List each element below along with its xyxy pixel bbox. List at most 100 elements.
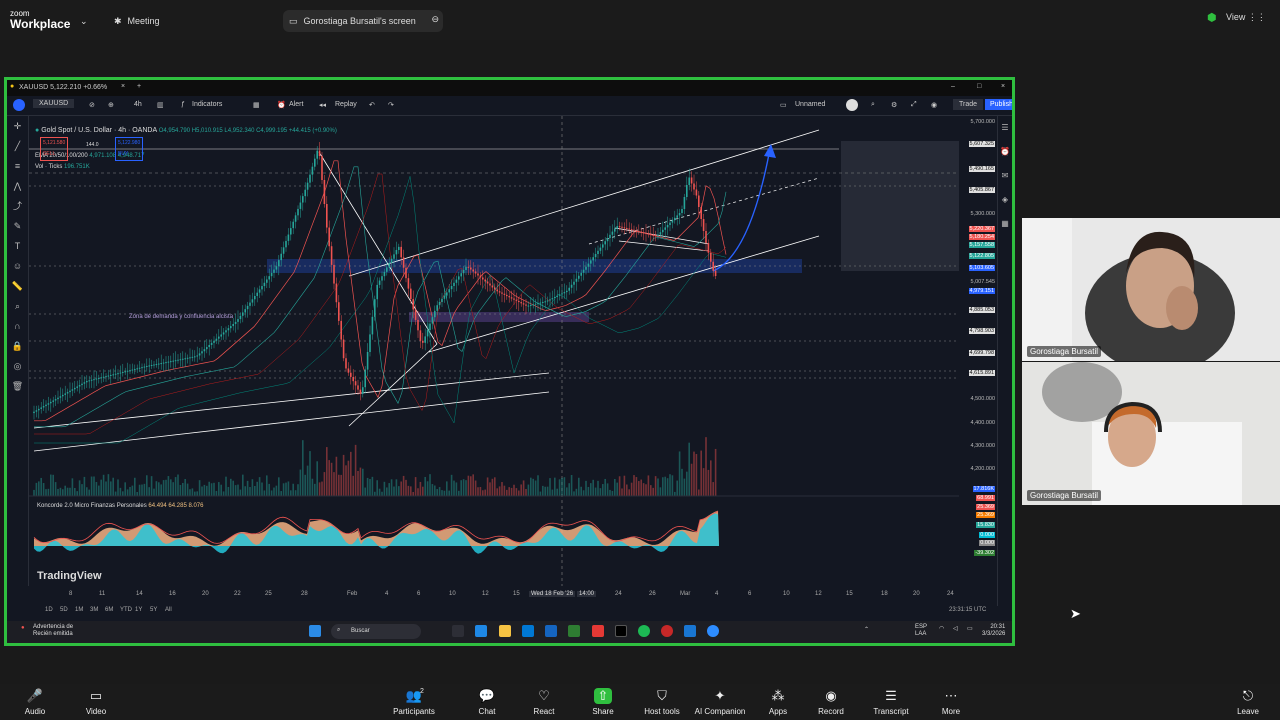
volume-icon[interactable]: ◁ bbox=[953, 625, 958, 632]
tradingview-app-icon[interactable] bbox=[615, 625, 627, 637]
layers-icon[interactable]: ◈ bbox=[998, 188, 1012, 212]
buy-button[interactable]: 5,122.980 BUY bbox=[115, 137, 144, 161]
taskbar-notice[interactable]: Advertencia de Recién emitida bbox=[33, 624, 73, 638]
chart-canvas[interactable]: Zona de demanda y confluencia alcista bbox=[29, 116, 959, 586]
emoji-tool-icon[interactable]: ☺ bbox=[7, 256, 28, 276]
taskbar-search[interactable]: ⌕ Buscar bbox=[331, 624, 421, 639]
alert-button[interactable]: Alert bbox=[289, 101, 303, 108]
view-button[interactable]: View ⋮⋮ bbox=[1226, 12, 1266, 23]
transcript-button[interactable]: ☰ Transcript bbox=[861, 688, 921, 716]
battery-icon[interactable]: ▭ bbox=[967, 625, 973, 632]
range-button-1d[interactable]: 1D bbox=[45, 607, 53, 613]
cloud-save-icon[interactable] bbox=[846, 99, 858, 111]
pattern-tool-icon[interactable]: ⋀ bbox=[7, 176, 28, 196]
range-button-1y[interactable]: 1Y bbox=[135, 607, 142, 613]
lock-tool-icon[interactable]: 🔒 bbox=[7, 336, 28, 356]
range-button-ytd[interactable]: YTD bbox=[120, 607, 132, 613]
record-button[interactable]: ◉ Record bbox=[801, 688, 861, 716]
symbol-search[interactable]: XAUUSD bbox=[33, 99, 75, 108]
chat-icon[interactable]: ✉ bbox=[998, 164, 1012, 188]
wifi-icon[interactable]: ◠ bbox=[939, 625, 944, 632]
redo-icon[interactable]: ↷ bbox=[388, 101, 394, 109]
utc-clock[interactable]: 23:31:15 UTC bbox=[949, 607, 986, 613]
close-icon[interactable]: × bbox=[1001, 83, 1005, 90]
candles-icon[interactable]: ▥ bbox=[157, 101, 164, 109]
ai-companion-button[interactable]: ✦ AI Companion bbox=[690, 688, 750, 716]
react-button[interactable]: ♡ React bbox=[514, 688, 574, 716]
video-button[interactable]: ▭ Video bbox=[66, 688, 126, 716]
replay-button[interactable]: Replay bbox=[335, 101, 357, 108]
audio-button[interactable]: 🎤 Audio bbox=[5, 688, 65, 716]
eye-tool-icon[interactable]: ◎ bbox=[7, 356, 28, 376]
add-symbol-icon[interactable]: ⊕ bbox=[108, 101, 114, 109]
more-button[interactable]: ⋯ More bbox=[921, 688, 981, 716]
tab-meeting[interactable]: ✱ Meeting bbox=[114, 11, 160, 31]
range-button-1m[interactable]: 1M bbox=[75, 607, 83, 613]
fullscreen-icon[interactable]: ⤢ bbox=[911, 101, 917, 109]
word-icon[interactable] bbox=[545, 625, 557, 637]
watchlist-icon[interactable]: ☰ bbox=[998, 116, 1012, 140]
zoom-app-icon[interactable] bbox=[707, 625, 719, 637]
edge-icon[interactable] bbox=[475, 625, 487, 637]
leave-button[interactable]: ⎋ Leave bbox=[1218, 688, 1278, 716]
host-tools-button[interactable]: ⛉ Host tools bbox=[632, 688, 692, 716]
settings-icon[interactable]: ⚙ bbox=[891, 101, 897, 109]
opera-icon[interactable] bbox=[661, 625, 673, 637]
trendline-tool-icon[interactable]: ╱ bbox=[7, 136, 28, 156]
range-button-all[interactable]: All bbox=[165, 607, 172, 613]
magnet-tool-icon[interactable]: ∩ bbox=[7, 316, 28, 336]
tray-chevron-icon[interactable]: ⌃ bbox=[864, 626, 869, 633]
share-button[interactable]: ⇧ Share bbox=[573, 688, 633, 716]
windows-start-icon[interactable] bbox=[309, 625, 321, 637]
sell-button[interactable]: 5,121.580 SELL bbox=[40, 137, 69, 161]
spotify-icon[interactable] bbox=[638, 625, 650, 637]
participants-button[interactable]: 👥 Participants 2 bbox=[384, 688, 444, 716]
trash-tool-icon[interactable]: 🗑 bbox=[7, 376, 28, 396]
folder-icon[interactable] bbox=[499, 625, 511, 637]
text-tool-icon[interactable]: T bbox=[7, 236, 28, 256]
participant-video-1[interactable]: Gorostiaga Bursatil bbox=[1022, 218, 1280, 361]
forecast-tool-icon[interactable]: ⤴ bbox=[7, 196, 28, 216]
ruler-tool-icon[interactable]: 📏 bbox=[7, 276, 28, 296]
trade-button[interactable]: Trade bbox=[953, 99, 984, 110]
price-chart[interactable]: Zona de demanda y confluencia alcista bbox=[29, 116, 959, 586]
brush-tool-icon[interactable]: ✎ bbox=[7, 216, 28, 236]
language-indicator[interactable]: ESP LAA bbox=[915, 624, 927, 638]
tab-shared-screen[interactable]: ▭ Gorostiaga Bursatil's screen ⊖ bbox=[283, 10, 443, 32]
range-button-5d[interactable]: 5D bbox=[60, 607, 68, 613]
account-avatar[interactable] bbox=[13, 99, 25, 111]
zoom-tool-icon[interactable]: ⌕ bbox=[7, 296, 28, 316]
close-tab-icon[interactable]: × bbox=[121, 83, 125, 90]
fib-tool-icon[interactable]: ≡ bbox=[7, 156, 28, 176]
chat-button[interactable]: 💬 Chat bbox=[457, 688, 517, 716]
time-axis[interactable]: 8 11 14 16 20 22 25 28 Feb 4 6 10 12 15 Wed 18 Feb '26… bbox=[29, 588, 997, 602]
publish-button[interactable]: Publish bbox=[985, 99, 1012, 110]
mail-icon[interactable] bbox=[522, 625, 534, 637]
range-button-5y[interactable]: 5Y bbox=[150, 607, 157, 613]
calendar-icon[interactable]: ▦ bbox=[998, 212, 1012, 236]
participant-video-2[interactable]: Gorostiaga Bursatil bbox=[1022, 362, 1280, 505]
task-view-icon[interactable] bbox=[452, 625, 464, 637]
apps-button[interactable]: ⁂ Apps bbox=[748, 688, 808, 716]
range-button-6m[interactable]: 6M bbox=[105, 607, 113, 613]
chrome-icon[interactable] bbox=[592, 625, 604, 637]
share-options-icon[interactable]: ⊖ bbox=[431, 14, 439, 25]
taskbar-clock[interactable]: 20:31 3/3/2026 bbox=[982, 624, 1005, 638]
chevron-down-icon[interactable]: ⌄ bbox=[80, 11, 88, 31]
templates-icon[interactable]: ▦ bbox=[253, 101, 260, 109]
compare-icon[interactable]: ⊘ bbox=[89, 101, 95, 109]
layout-name[interactable]: Unnamed bbox=[795, 101, 825, 108]
timeframe-button[interactable]: 4h bbox=[134, 101, 142, 108]
excel-icon[interactable] bbox=[568, 625, 580, 637]
price-axis[interactable]: 5,700.000 5,607.325 5,490.165 5,405.867 5,30… bbox=[959, 116, 997, 586]
indicators-button[interactable]: Indicators bbox=[192, 101, 222, 108]
crosshair-tool-icon[interactable]: ✛ bbox=[7, 116, 28, 136]
maximize-icon[interactable]: □ bbox=[977, 83, 981, 90]
minimize-icon[interactable]: – bbox=[951, 83, 955, 90]
vscode-icon[interactable] bbox=[684, 625, 696, 637]
range-button-3m[interactable]: 3M bbox=[90, 607, 98, 613]
alerts-icon[interactable]: ⏰ bbox=[998, 140, 1012, 164]
undo-icon[interactable]: ↶ bbox=[369, 101, 375, 109]
camera-icon[interactable]: ◉ bbox=[931, 101, 937, 109]
quick-search-icon[interactable]: ⌕ bbox=[871, 101, 875, 109]
